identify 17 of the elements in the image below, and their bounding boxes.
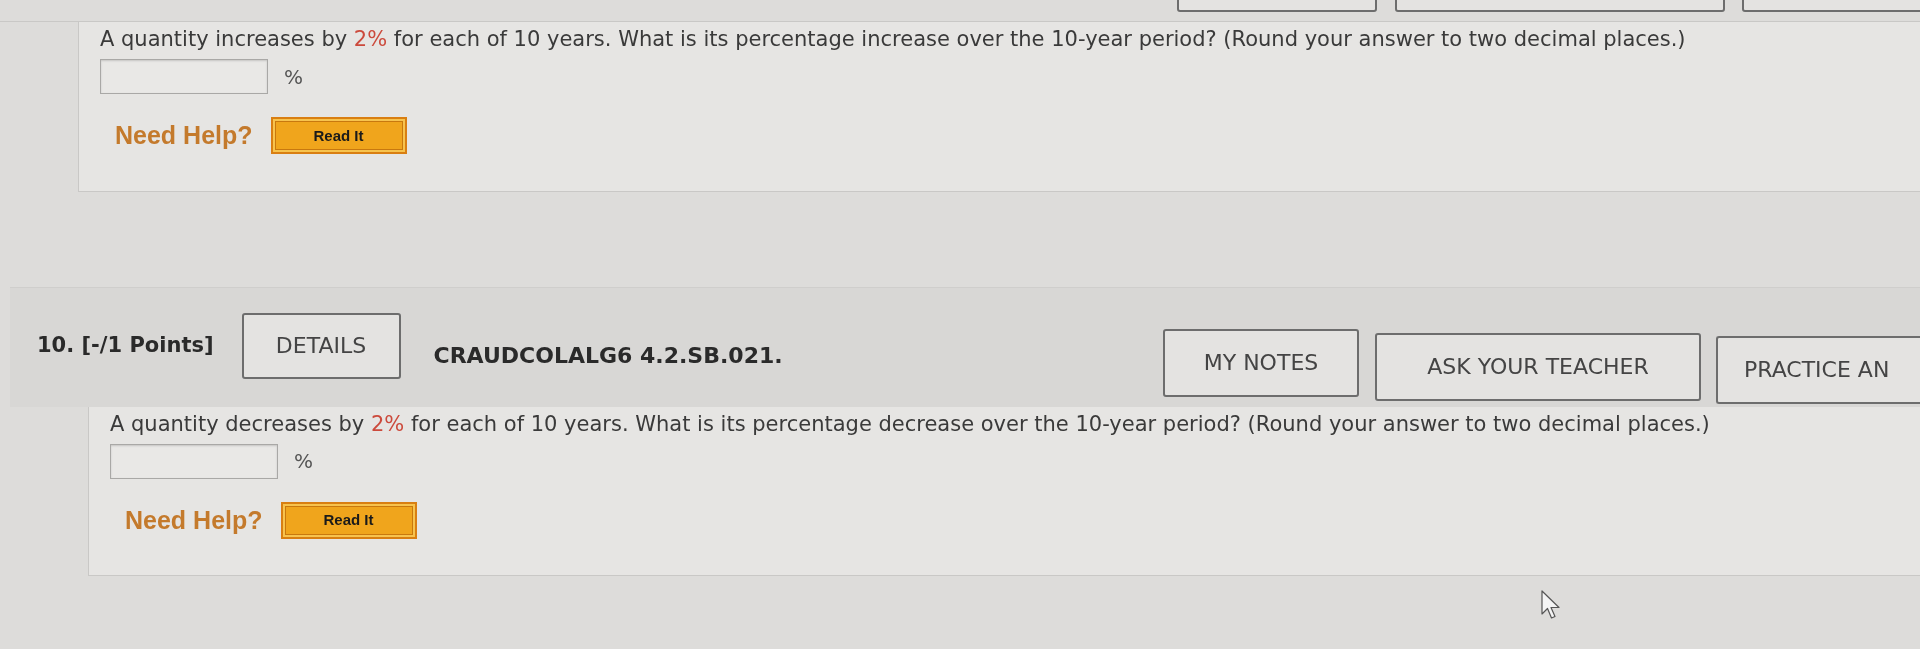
mouse-cursor-icon	[1541, 590, 1563, 620]
action-button[interactable]: PRACTICE AN	[1716, 335, 1920, 404]
percent-unit: %	[284, 63, 303, 91]
answer-field[interactable]	[100, 59, 268, 94]
percent-unit: %	[294, 448, 313, 475]
need-help-label: Need Help?	[115, 120, 253, 151]
action-button[interactable]: ASK YOUR TEACHER	[1375, 332, 1701, 401]
read-it-button[interactable]: Read It	[270, 117, 407, 155]
answer-field[interactable]	[110, 443, 278, 479]
need-help-label: Need Help?	[125, 504, 263, 536]
question-code: CRAUDCOLALG6 4.2.SB.021.	[433, 342, 783, 370]
read-it-button[interactable]: Read It	[280, 501, 417, 539]
details-button[interactable]: DETAILS	[241, 312, 401, 379]
question-points-label: 10. [-/1 Points]	[37, 331, 214, 359]
question-text: A quantity decreases by 2% for each of 10 years. What is its percentage decrease over the 10-year period? (Round your answer to two decimal places.)	[110, 410, 1711, 438]
question-text: A quantity increases by 2% for each of 10 years. What is its percentage increase over the 10-year period? (Round your answer to two decimal places.)	[100, 26, 1687, 53]
action-button[interactable]: MY NOTES	[1163, 328, 1359, 397]
